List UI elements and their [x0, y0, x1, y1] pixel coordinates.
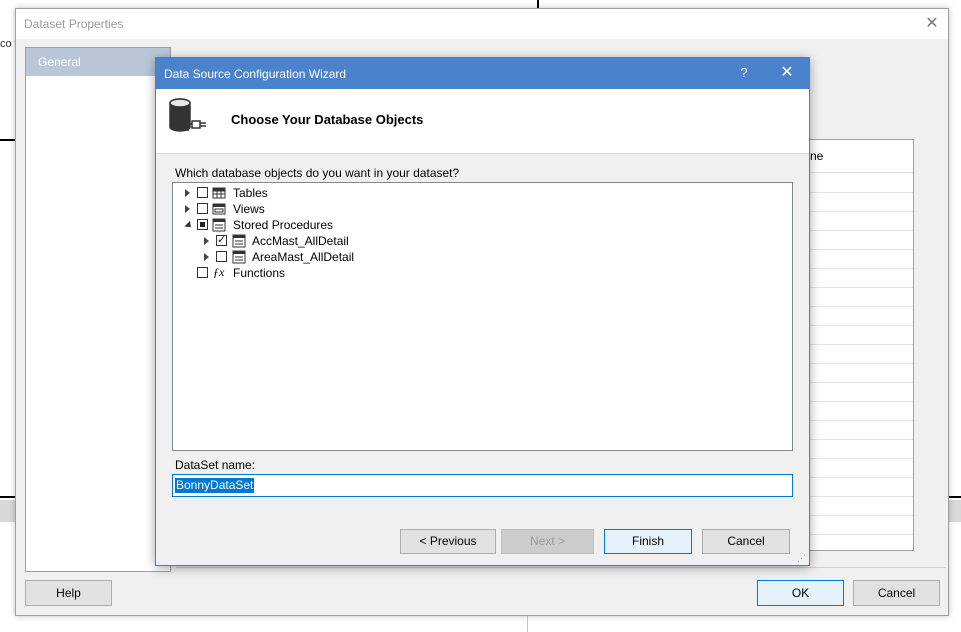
- tree-item-views[interactable]: Views: [185, 201, 385, 217]
- stored-procedures-checkbox[interactable]: [197, 219, 208, 230]
- collapse-arrow-icon[interactable]: [184, 220, 194, 231]
- background-panel: [0, 500, 15, 522]
- accmast-alldetail-checkbox[interactable]: [216, 233, 227, 247]
- tree-item-label: Stored Procedures: [233, 218, 334, 232]
- data-source-configuration-wizard: Data Source Configuration Wizard ? ✕ Cho…: [155, 57, 810, 566]
- grid-row: [810, 363, 913, 364]
- dataset-name-value: BonnyDataSet: [175, 478, 255, 493]
- grid-row: [810, 458, 913, 459]
- tree-item-areamast-alldetail[interactable]: AreaMast_AllDetail: [204, 249, 454, 265]
- dataset-name-input[interactable]: BonnyDataSet: [172, 474, 793, 497]
- tree-item-label: Tables: [233, 186, 268, 200]
- grid-row: [810, 249, 913, 250]
- grid-row: [810, 382, 913, 383]
- grid-header: ne: [810, 140, 913, 173]
- dataset-name-label: DataSet name:: [175, 458, 256, 472]
- grid-row: [810, 211, 913, 212]
- grid-row: [810, 534, 913, 535]
- sidebar-nav: General: [25, 47, 171, 572]
- stored-procedure-icon: [232, 250, 246, 264]
- tree-item-label: AccMast_AllDetail: [252, 234, 349, 248]
- background-line: [0, 139, 15, 141]
- divider: [176, 567, 946, 568]
- grid-header-label: ne: [810, 149, 824, 163]
- table-icon: [212, 187, 226, 199]
- wizard-step-title: Choose Your Database Objects: [231, 112, 424, 127]
- grid-row: [810, 515, 913, 516]
- grid-row: [810, 230, 913, 231]
- fields-grid: ne: [809, 139, 914, 551]
- grid-row: [810, 420, 913, 421]
- function-icon: ƒx: [213, 265, 225, 279]
- wizard-title-bar: Data Source Configuration Wizard ? ✕: [156, 58, 809, 89]
- cancel-button[interactable]: Cancel: [702, 529, 790, 554]
- functions-checkbox[interactable]: [197, 267, 208, 278]
- close-icon[interactable]: ✕: [922, 14, 942, 34]
- background-panel: [949, 500, 961, 522]
- grid-row: [810, 268, 913, 269]
- ok-button[interactable]: OK: [757, 580, 844, 606]
- grid-row: [810, 306, 913, 307]
- tree-item-functions[interactable]: ƒx Functions: [185, 265, 385, 281]
- dialog-title-bar: Dataset Properties ✕: [16, 9, 948, 39]
- previous-button[interactable]: < Previous: [400, 529, 496, 554]
- background-line: [537, 0, 539, 8]
- grid-row: [810, 477, 913, 478]
- grid-row: [810, 287, 913, 288]
- resize-grip-icon[interactable]: ⋰: [797, 553, 807, 563]
- wizard-header: Choose Your Database Objects: [156, 89, 809, 154]
- expand-arrow-icon[interactable]: [185, 189, 190, 197]
- database-objects-tree[interactable]: Tables Views Stored Procedures ✓ AccMast…: [172, 182, 793, 451]
- tree-item-label: AreaMast_AllDetail: [252, 250, 355, 264]
- grid-row: [810, 401, 913, 402]
- stored-procedure-icon: [232, 234, 246, 248]
- expand-arrow-icon[interactable]: [204, 237, 209, 245]
- wizard-title: Data Source Configuration Wizard: [164, 67, 347, 81]
- tree-item-label: Views: [233, 202, 265, 216]
- cancel-button[interactable]: Cancel: [853, 580, 940, 606]
- grid-row: [810, 439, 913, 440]
- help-icon[interactable]: ?: [734, 63, 754, 83]
- next-button[interactable]: Next >: [501, 529, 594, 554]
- tables-checkbox[interactable]: [197, 187, 208, 198]
- sidebar-item-general[interactable]: General: [26, 48, 170, 76]
- grid-row: [810, 496, 913, 497]
- close-icon[interactable]: ✕: [776, 62, 798, 84]
- view-icon: [212, 203, 226, 215]
- objects-question-label: Which database objects do you want in yo…: [175, 166, 460, 180]
- tree-item-tables[interactable]: Tables: [185, 185, 385, 201]
- help-button[interactable]: Help: [25, 580, 112, 606]
- views-checkbox[interactable]: [197, 203, 208, 214]
- grid-row: [810, 325, 913, 326]
- grid-row: [810, 344, 913, 345]
- background-line: [527, 616, 528, 632]
- expand-arrow-icon[interactable]: [185, 205, 190, 213]
- grid-row: [810, 192, 913, 193]
- expand-arrow-icon[interactable]: [204, 253, 209, 261]
- dialog-title: Dataset Properties: [24, 17, 124, 31]
- database-icon: [169, 98, 206, 132]
- areamast-alldetail-checkbox[interactable]: [216, 251, 227, 262]
- background-line: [0, 496, 15, 498]
- stored-procedure-icon: [212, 218, 226, 232]
- tree-item-stored-procedures[interactable]: Stored Procedures: [184, 217, 435, 233]
- tree-item-accmast-alldetail[interactable]: AccMast_AllDetail: [204, 233, 454, 249]
- background-line: [949, 496, 961, 498]
- tree-item-label: Functions: [233, 266, 286, 280]
- finish-button[interactable]: Finish: [604, 529, 692, 554]
